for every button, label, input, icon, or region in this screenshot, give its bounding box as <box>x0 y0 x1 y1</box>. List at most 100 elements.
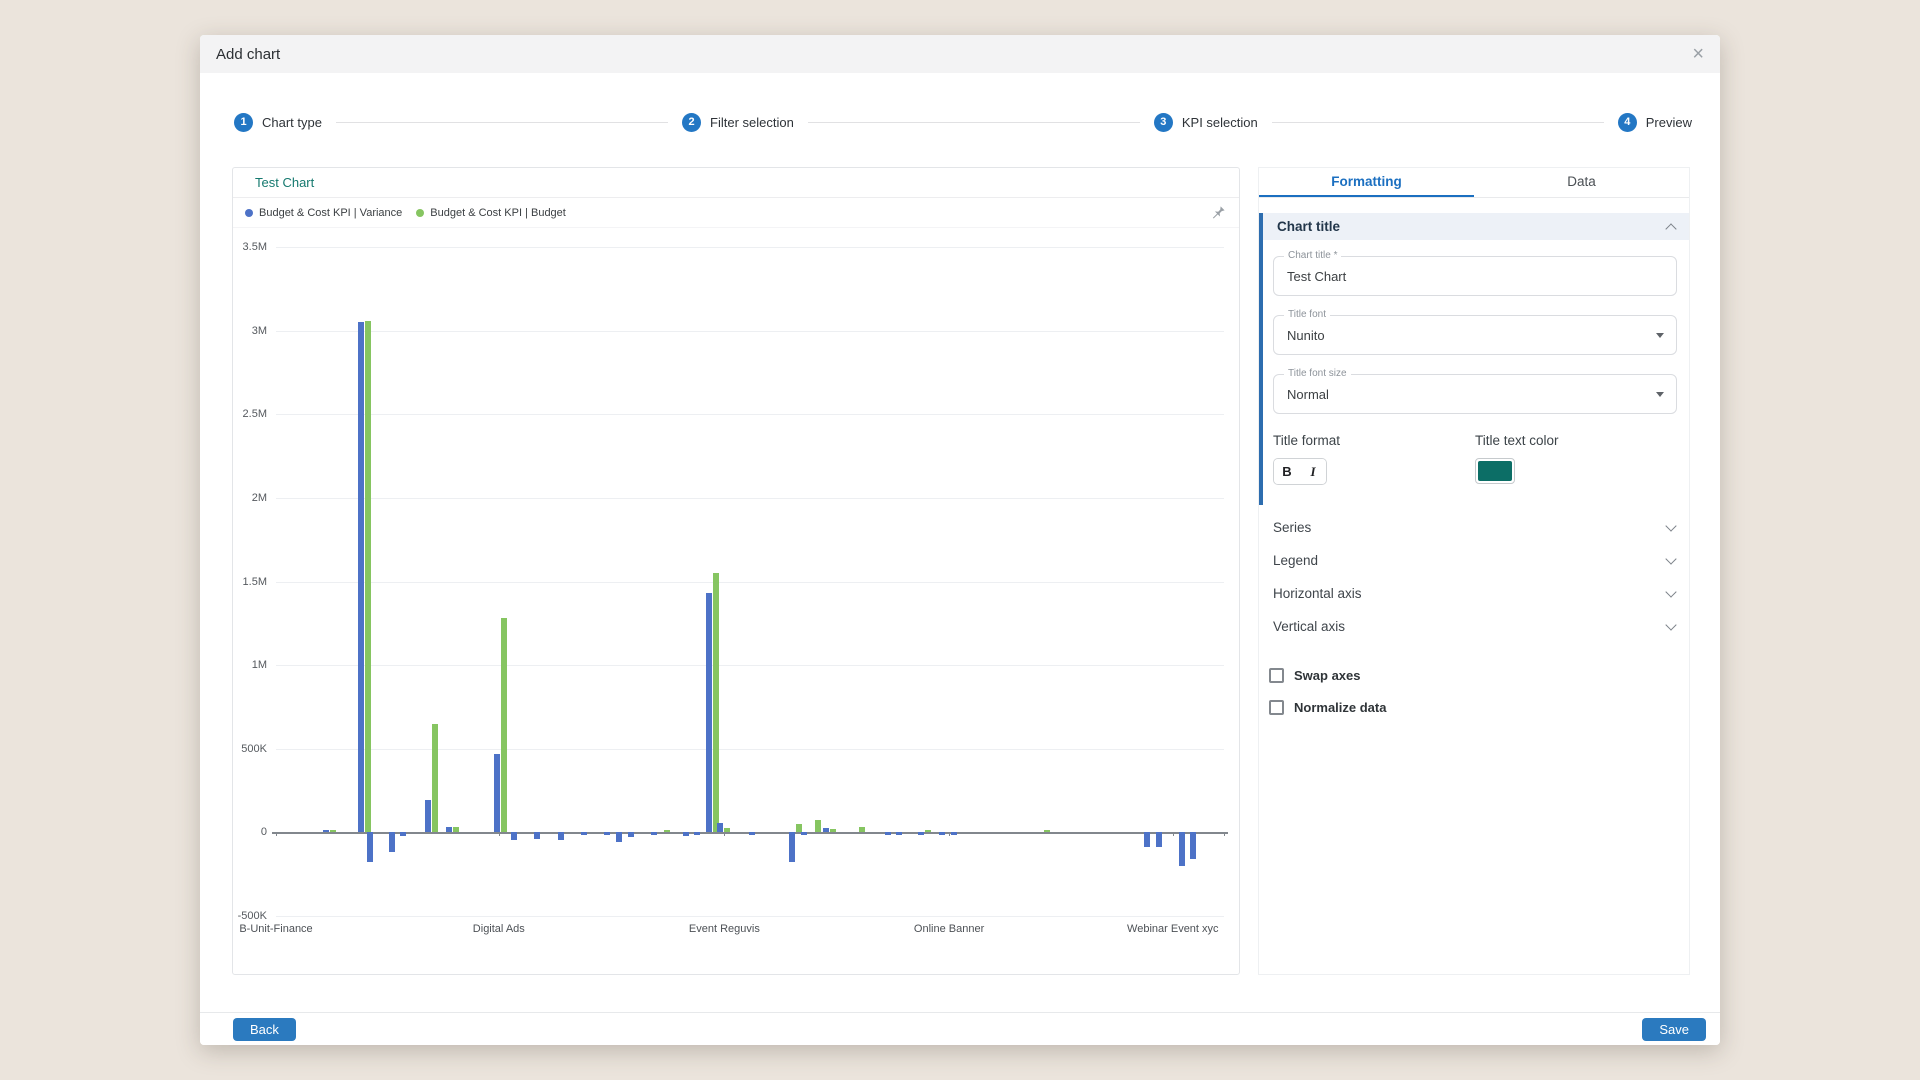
step-number-badge: 1 <box>234 113 253 132</box>
chart-title-field-value: Test Chart <box>1287 269 1346 284</box>
tab-data[interactable]: Data <box>1474 168 1689 197</box>
title-text-color-swatch[interactable] <box>1475 458 1515 484</box>
step-connector <box>808 122 1140 123</box>
bar-negative[interactable] <box>581 832 587 835</box>
add-chart-modal: Add chart × 1 Chart type 2Filter selection… <box>200 35 1720 1045</box>
bar-negative[interactable] <box>951 832 957 835</box>
bar-positive[interactable] <box>724 828 730 833</box>
chevron-down-icon <box>1665 586 1676 597</box>
bar-positive[interactable] <box>425 800 431 833</box>
back-button[interactable]: Back <box>233 1018 296 1041</box>
bar-positive[interactable] <box>453 827 459 832</box>
bar-positive[interactable] <box>859 827 865 832</box>
title-font-size-value: Normal <box>1287 387 1329 402</box>
bar-negative[interactable] <box>694 832 700 835</box>
bar-negative[interactable] <box>1156 832 1162 847</box>
bar-negative[interactable] <box>604 832 610 835</box>
bar-negative[interactable] <box>400 832 406 835</box>
bar-negative[interactable] <box>939 832 945 835</box>
bar-positive[interactable] <box>796 824 802 833</box>
bar-negative[interactable] <box>1179 832 1185 866</box>
checkbox[interactable] <box>1269 668 1284 683</box>
x-tick-label: Online Banner <box>914 923 984 935</box>
bar-positive[interactable] <box>830 829 836 832</box>
legend-label: Budget & Cost KPI | Budget <box>430 207 566 219</box>
bar-positive[interactable] <box>1044 830 1050 833</box>
stepper-step-3[interactable]: 3KPI selection <box>1154 113 1258 132</box>
bar-negative[interactable] <box>511 832 517 840</box>
bar-positive[interactable] <box>664 830 670 833</box>
accordion-row-vertical-axis[interactable]: Vertical axis <box>1259 610 1689 643</box>
x-tick-mark <box>1173 832 1174 836</box>
stepper: 1 Chart type 2Filter selection 3KPI selecti… <box>234 110 1692 134</box>
title-font-size-select[interactable]: Title font size Normal <box>1273 374 1677 414</box>
bar-positive[interactable] <box>501 618 507 832</box>
bar-negative[interactable] <box>534 832 540 839</box>
bar-negative[interactable] <box>885 832 891 835</box>
bar-positive[interactable] <box>323 830 329 833</box>
accordion-row-series[interactable]: Series <box>1259 511 1689 544</box>
close-icon[interactable]: × <box>1692 44 1704 64</box>
x-tick-label: B-Unit-Finance <box>239 923 312 935</box>
legend-item[interactable]: Budget & Cost KPI | Budget <box>416 207 566 219</box>
bar-positive[interactable] <box>717 823 723 832</box>
bar-negative[interactable] <box>749 832 755 835</box>
bar-positive[interactable] <box>494 754 500 833</box>
bold-button[interactable]: B <box>1274 459 1300 484</box>
bar-negative[interactable] <box>918 832 924 835</box>
bar-positive[interactable] <box>706 593 712 832</box>
bar-negative[interactable] <box>558 832 564 840</box>
accordion-row-label: Legend <box>1273 553 1318 568</box>
tab-formatting[interactable]: Formatting <box>1259 168 1474 197</box>
stepper-step-4[interactable]: 4Preview <box>1618 113 1692 132</box>
step-label: Chart type <box>262 115 322 130</box>
bar-positive[interactable] <box>330 830 336 833</box>
accordion-row-label: Series <box>1273 520 1311 535</box>
legend-item[interactable]: Budget & Cost KPI | Variance <box>245 207 402 219</box>
checkbox[interactable] <box>1269 700 1284 715</box>
y-tick-label: 500K <box>241 743 267 755</box>
stepper-step-1[interactable]: 1 Chart type <box>234 113 322 132</box>
chart-title-field[interactable]: Chart title * Test Chart <box>1273 256 1677 296</box>
checkbox-row-normalize-data[interactable]: Normalize data <box>1259 691 1689 723</box>
accordion-row-legend[interactable]: Legend <box>1259 544 1689 577</box>
bar-positive[interactable] <box>365 321 371 833</box>
stepper-step-2[interactable]: 2Filter selection <box>682 113 794 132</box>
bar-positive[interactable] <box>815 820 821 832</box>
step-connector <box>336 122 668 123</box>
italic-button[interactable]: I <box>1300 459 1326 484</box>
step-connector <box>1272 122 1604 123</box>
pin-icon[interactable] <box>1209 204 1227 222</box>
modal-header: Add chart × <box>200 35 1720 73</box>
bar-negative[interactable] <box>616 832 622 841</box>
bar-negative[interactable] <box>1144 832 1150 847</box>
x-axis-end-tick <box>1224 832 1225 836</box>
accordion-row-horizontal-axis[interactable]: Horizontal axis <box>1259 577 1689 610</box>
bar-positive[interactable] <box>432 724 438 833</box>
bar-positive[interactable] <box>823 828 829 832</box>
y-tick-label: 2M <box>252 492 267 504</box>
bar-positive[interactable] <box>713 573 719 832</box>
checkbox-row-swap-axes[interactable]: Swap axes <box>1259 659 1689 691</box>
chart-title-section-header[interactable]: Chart title <box>1263 213 1689 240</box>
bar-negative[interactable] <box>1190 832 1196 859</box>
panel-tabs: Formatting Data <box>1259 168 1689 198</box>
bar-negative[interactable] <box>789 832 795 862</box>
save-button[interactable]: Save <box>1642 1018 1706 1041</box>
gridline <box>276 247 1224 248</box>
step-label: Preview <box>1646 115 1692 130</box>
bar-positive[interactable] <box>925 830 931 833</box>
bar-negative[interactable] <box>896 832 902 835</box>
title-font-select[interactable]: Title font Nunito <box>1273 315 1677 355</box>
bar-negative[interactable] <box>801 832 807 835</box>
gridline <box>276 916 1224 917</box>
bar-negative[interactable] <box>683 832 689 836</box>
bar-negative[interactable] <box>651 832 657 835</box>
gridline <box>276 414 1224 415</box>
bar-positive[interactable] <box>446 827 452 832</box>
bar-positive[interactable] <box>358 322 364 832</box>
x-tick-mark <box>724 832 725 836</box>
bar-negative[interactable] <box>367 832 373 862</box>
bar-negative[interactable] <box>389 832 395 852</box>
bar-negative[interactable] <box>628 832 634 837</box>
